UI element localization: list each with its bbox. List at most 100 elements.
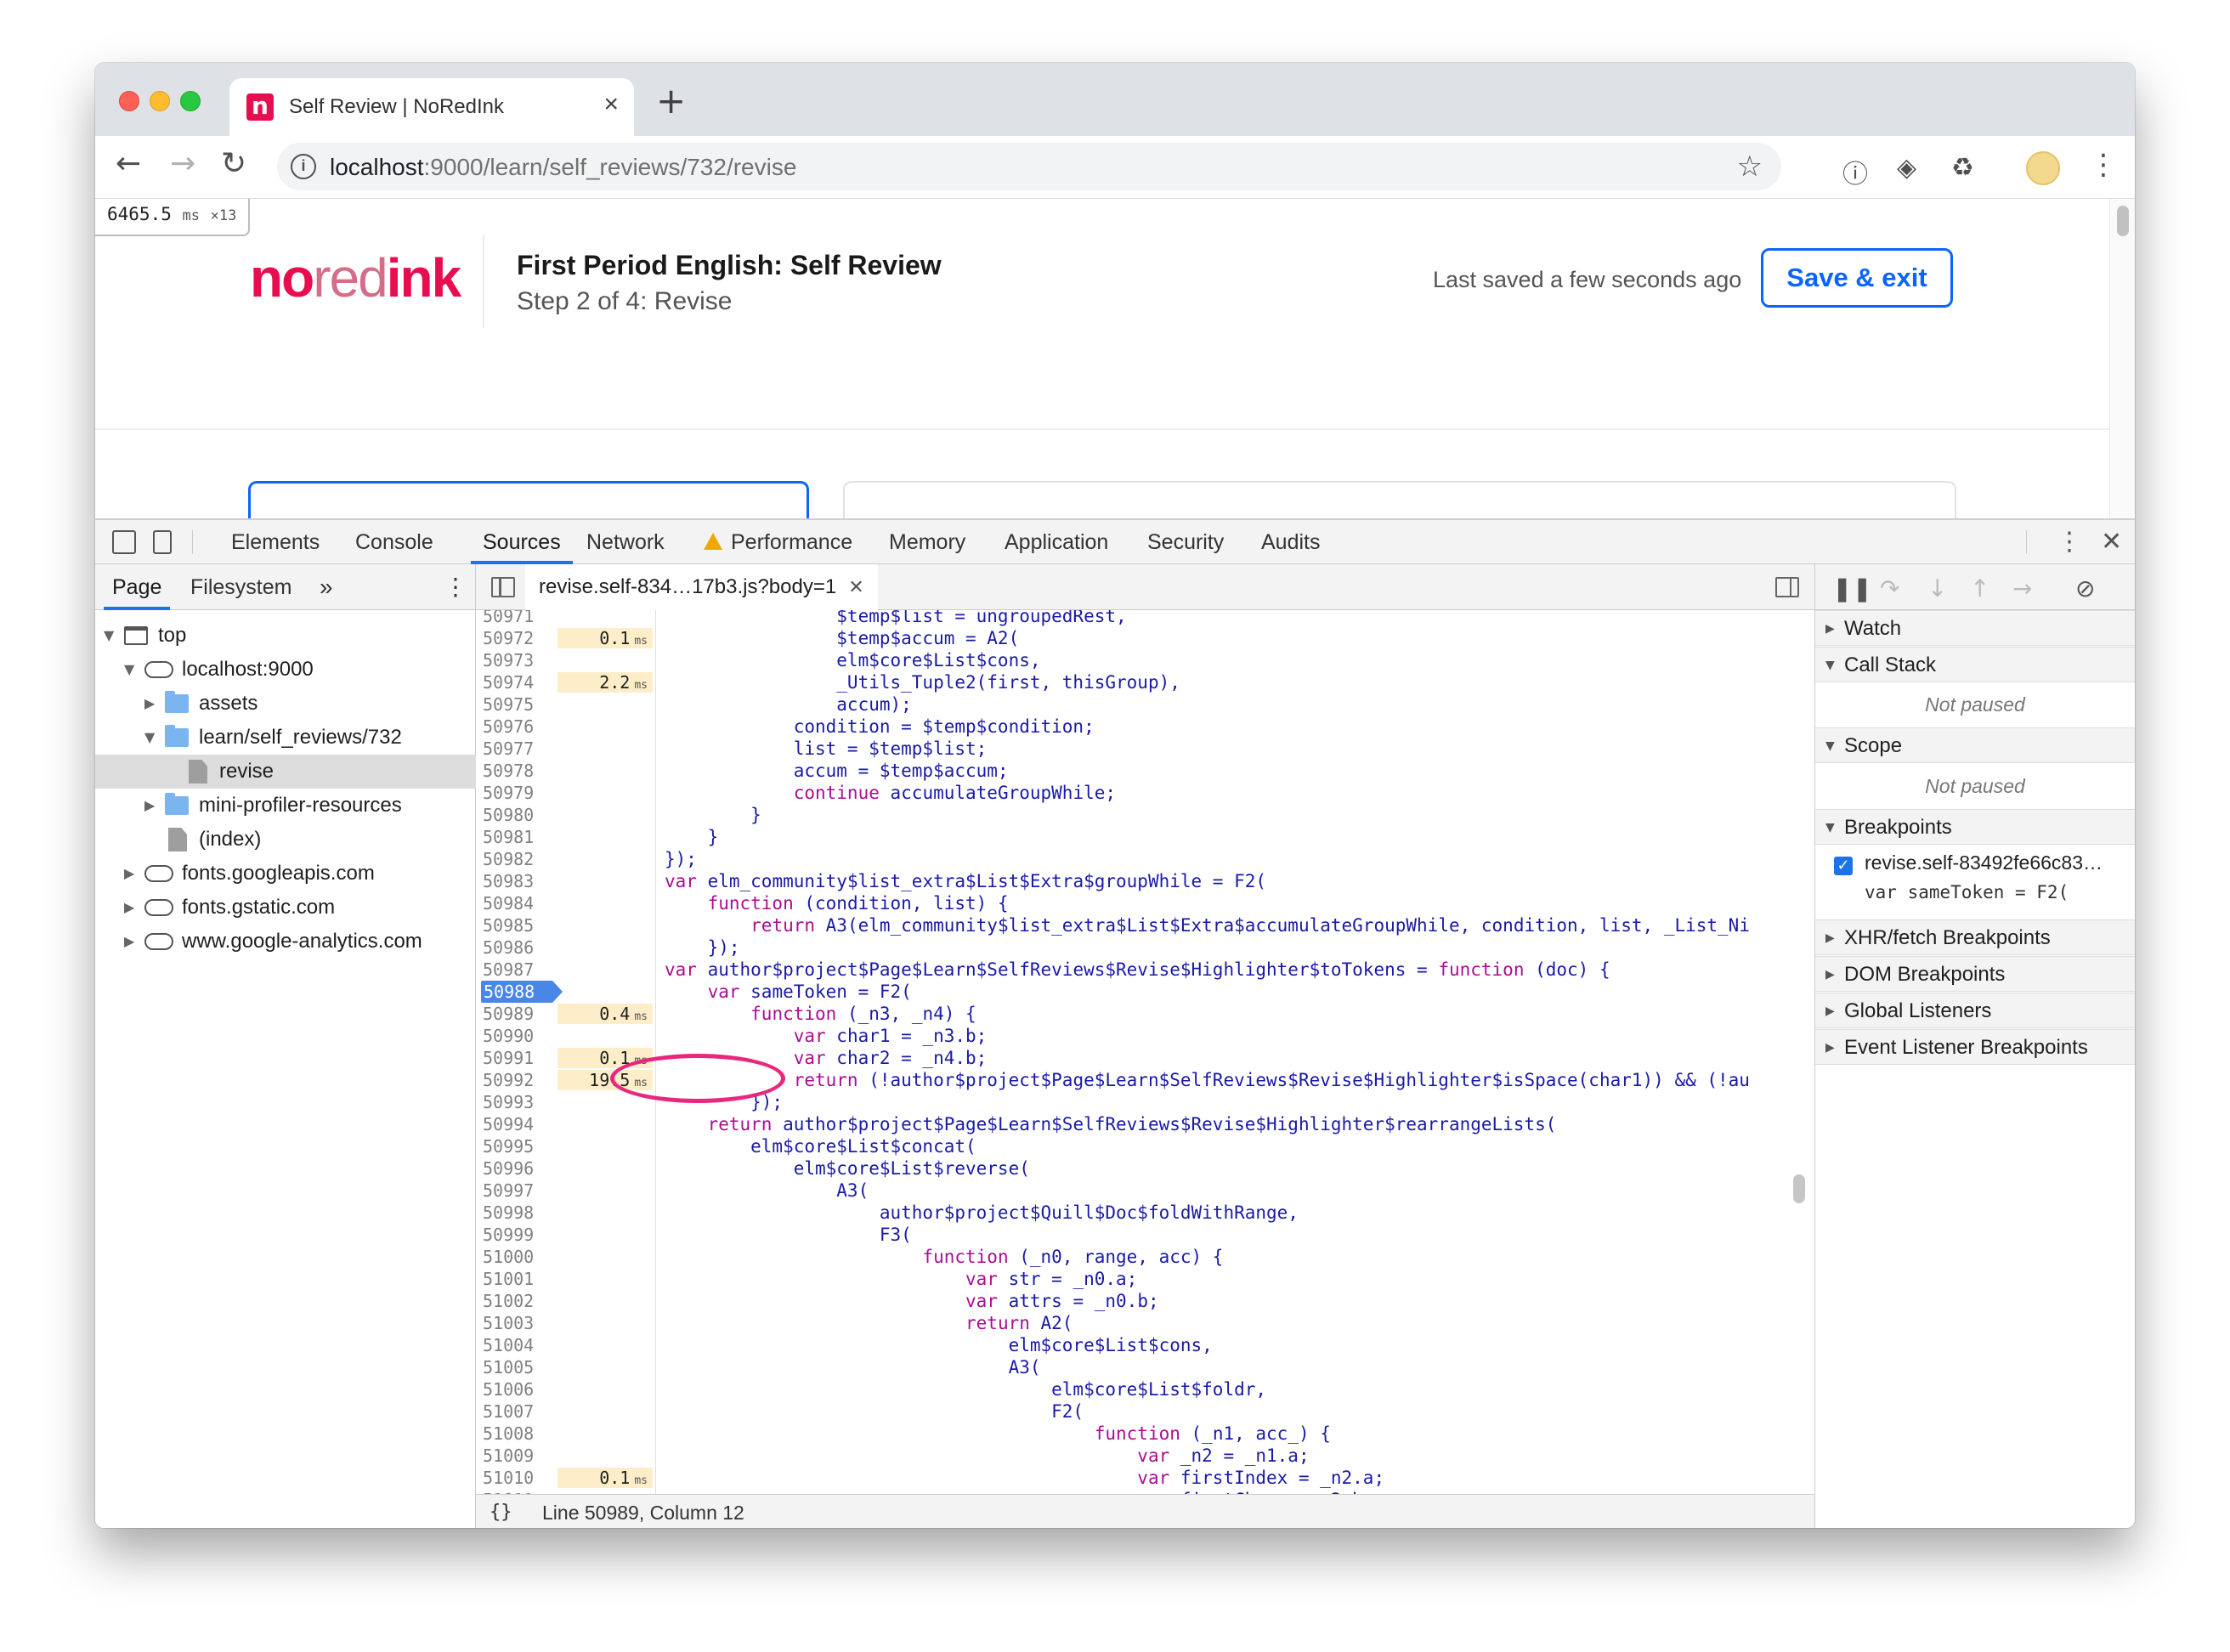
site-info-icon[interactable]: i — [291, 154, 316, 179]
code-content[interactable]: $temp$list = ungroupedRest, $temp$accum … — [656, 610, 1786, 1525]
code-line[interactable]: function (_n3, _n4) { — [665, 1003, 976, 1025]
line-number[interactable]: 50977 — [483, 738, 534, 760]
line-number[interactable]: 50984 — [483, 892, 534, 914]
line-number[interactable]: 51005 — [483, 1356, 534, 1378]
line-number[interactable]: 51009 — [483, 1445, 534, 1467]
global-listeners-section[interactable]: ▶ Global Listeners — [1815, 993, 2135, 1028]
code-line[interactable]: } — [665, 826, 719, 848]
tab-elements[interactable]: Elements — [231, 520, 320, 564]
code-line[interactable]: elm$core$List$cons, — [665, 649, 1040, 671]
vertical-scrollbar[interactable] — [1786, 610, 1812, 1525]
zoom-window-button[interactable] — [180, 91, 201, 111]
collapse-arrow-icon[interactable]: ▼ — [124, 653, 134, 687]
device-toolbar-icon[interactable] — [153, 530, 172, 554]
profile-avatar[interactable] — [2026, 151, 2060, 185]
line-number[interactable]: 50998 — [483, 1202, 534, 1224]
browser-menu-icon[interactable]: ⋮ — [2089, 148, 2118, 182]
line-number[interactable]: 50971 — [483, 610, 534, 627]
line-number[interactable]: 50987 — [483, 959, 534, 981]
tree-item[interactable]: revise — [95, 755, 476, 789]
line-number[interactable]: 51003 — [483, 1312, 534, 1334]
line-number[interactable]: 50993 — [483, 1091, 534, 1113]
code-line[interactable]: continue accumulateGroupWhile; — [665, 782, 1116, 804]
line-number[interactable]: 50983 — [483, 870, 534, 892]
code-line[interactable]: $temp$accum = A2( — [665, 627, 1019, 649]
line-number[interactable]: 50996 — [483, 1157, 534, 1180]
mini-profiler-badge[interactable]: 6465.5 ms ×13 — [95, 199, 251, 236]
line-number[interactable]: 51004 — [483, 1334, 534, 1356]
code-line[interactable]: }); — [665, 936, 740, 959]
step-icon[interactable]: → — [2012, 574, 2032, 603]
tree-item[interactable]: ▼ learn/self_reviews/732 — [95, 721, 476, 755]
code-line[interactable]: var attrs = _n0.b; — [665, 1290, 1159, 1312]
watch-section[interactable]: ▶ Watch — [1815, 610, 2135, 646]
code-line[interactable]: return A2( — [665, 1312, 1073, 1334]
call-stack-section[interactable]: ▼ Call Stack — [1815, 647, 2135, 682]
tab-console[interactable]: Console — [355, 520, 433, 564]
code-line[interactable]: return A3(elm_community$list_extra$List$… — [665, 914, 1750, 936]
tree-item[interactable]: ▶ fonts.googleapis.com — [95, 857, 476, 891]
expand-arrow-icon[interactable]: ▶ — [124, 925, 134, 959]
tab-filesystem[interactable]: Filesystem — [190, 564, 291, 610]
collapse-arrow-icon[interactable]: ▼ — [144, 721, 155, 755]
code-line[interactable]: var author$project$Page$Learn$SelfReview… — [665, 959, 1610, 981]
line-number[interactable]: 51006 — [483, 1378, 534, 1400]
code-line[interactable]: F3( — [665, 1224, 912, 1246]
tree-item[interactable]: ▼ top — [95, 619, 476, 653]
reload-icon[interactable]: ↻ — [221, 146, 246, 181]
line-number[interactable]: 50995 — [483, 1135, 534, 1157]
breakpoints-section[interactable]: ▼ Breakpoints — [1815, 809, 2135, 845]
tab-memory[interactable]: Memory — [889, 520, 965, 564]
new-tab-button[interactable]: + — [656, 80, 686, 122]
line-number[interactable]: 50992 — [483, 1069, 534, 1091]
code-line[interactable]: }); — [665, 848, 697, 870]
code-line[interactable]: var _n2 = _n1.a; — [665, 1445, 1309, 1467]
code-line[interactable]: F2( — [665, 1400, 1084, 1423]
line-number[interactable]: 50974 — [483, 671, 534, 693]
step-into-icon[interactable]: ↓ — [1927, 574, 1947, 603]
line-number[interactable]: 50981 — [483, 826, 534, 848]
page-scrollbar[interactable] — [2109, 199, 2135, 518]
code-line[interactable]: } — [665, 804, 761, 826]
expand-arrow-icon[interactable]: ▶ — [144, 789, 155, 823]
tab-network[interactable]: Network — [586, 520, 665, 564]
line-number[interactable]: 50972 — [483, 627, 534, 649]
tree-item[interactable]: ▶ fonts.gstatic.com — [95, 891, 476, 925]
code-line[interactable]: list = $temp$list; — [665, 738, 988, 760]
tab-audits[interactable]: Audits — [1261, 520, 1320, 564]
navigator-menu-icon[interactable]: ⋮ — [444, 564, 467, 610]
url-text[interactable]: localhost:9000/learn/self_reviews/732/re… — [330, 154, 796, 181]
code-line[interactable]: accum); — [665, 693, 912, 716]
save-and-exit-button[interactable]: Save & exit — [1761, 248, 1953, 308]
close-file-icon[interactable]: ✕ — [848, 576, 863, 597]
breakpoint-item[interactable]: ✓ revise.self-83492fe66c83… var sameToke… — [1815, 846, 2135, 918]
editor-file-tab[interactable]: revise.self-834…17b3.js?body=1 ✕ — [525, 564, 878, 610]
dom-breakpoints-section[interactable]: ▶ DOM Breakpoints — [1815, 956, 2135, 992]
more-tabs-icon[interactable]: » — [320, 564, 333, 610]
password-extension-icon[interactable]: ⓘ — [1842, 153, 1868, 190]
code-line[interactable]: elm$core$List$concat( — [665, 1135, 976, 1157]
close-window-button[interactable] — [119, 91, 139, 111]
line-number[interactable]: 50973 — [483, 649, 534, 671]
tab-performance[interactable]: Performance — [704, 520, 852, 564]
line-number[interactable]: 50979 — [483, 782, 534, 804]
line-number[interactable]: 50980 — [483, 804, 534, 826]
shield-extension-icon[interactable]: ◈ — [1897, 153, 1916, 183]
tab-page[interactable]: Page — [104, 564, 171, 610]
devtools-menu-icon[interactable]: ⋮ — [2057, 527, 2082, 557]
code-line[interactable]: var firstIndex = _n2.a; — [665, 1467, 1384, 1489]
expand-arrow-icon[interactable]: ▶ — [124, 891, 134, 925]
line-number[interactable]: 50982 — [483, 848, 534, 870]
forward-arrow-icon[interactable]: → — [170, 146, 195, 181]
pretty-print-button[interactable]: {} — [490, 1495, 512, 1528]
code-line[interactable]: author$project$Quill$Doc$foldWithRange, — [665, 1202, 1299, 1224]
noredink-logo[interactable]: noredink — [250, 246, 461, 309]
line-number[interactable]: 50994 — [483, 1113, 534, 1135]
tree-item[interactable]: ▶ www.google-analytics.com — [95, 925, 476, 959]
pause-icon[interactable]: ❚❚ — [1832, 574, 1872, 603]
line-number[interactable]: 50985 — [483, 914, 534, 936]
line-number[interactable]: 50991 — [483, 1047, 534, 1069]
bookmark-star-icon[interactable]: ☆ — [1737, 150, 1763, 184]
line-number[interactable]: 51002 — [483, 1290, 534, 1312]
code-line[interactable]: elm$core$List$foldr, — [665, 1378, 1266, 1400]
